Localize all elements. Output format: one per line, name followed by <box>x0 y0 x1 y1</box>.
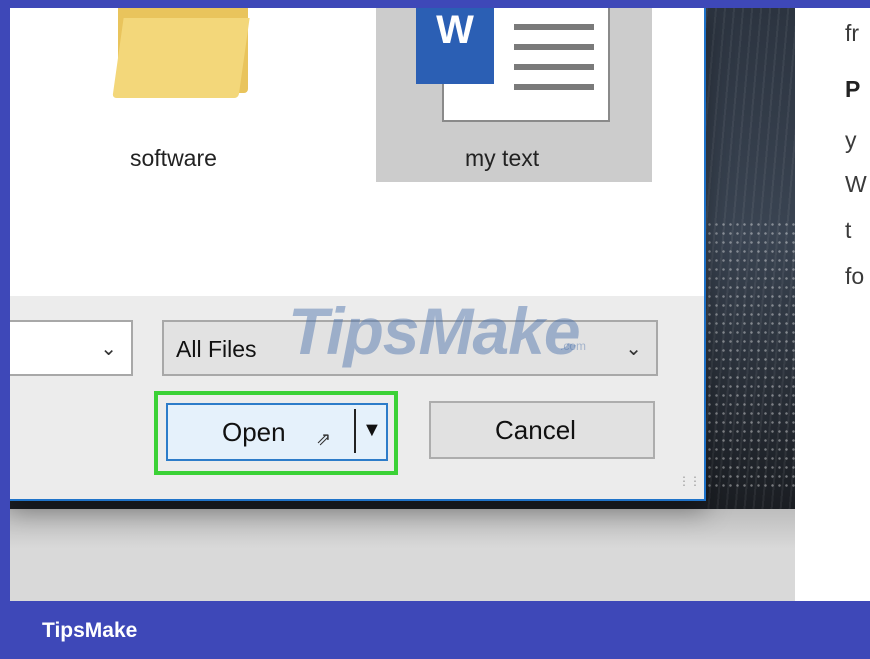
open-button[interactable]: Open ⇗ ▼ <box>166 403 388 461</box>
dropdown-arrow-icon[interactable]: ▼ <box>362 419 382 442</box>
watermark-logo: TipsMake <box>288 294 581 368</box>
file-item-software[interactable] <box>108 8 258 123</box>
file-name-combobox[interactable]: ⌄ <box>8 320 133 376</box>
article-text-panel: fr P y W t fo <box>795 8 870 601</box>
wallpaper-shadow <box>10 509 795 549</box>
chevron-down-icon[interactable]: ⌄ <box>625 336 642 361</box>
frame-border-top <box>0 0 870 8</box>
open-button-label: Open <box>222 417 286 447</box>
resize-grip-icon[interactable]: ⋮⋮ <box>678 474 701 488</box>
wallpaper-city-lights <box>706 220 795 490</box>
file-type-value: All Files <box>176 336 257 362</box>
chevron-down-icon[interactable]: ⌄ <box>100 336 117 361</box>
article-line: W <box>845 171 867 197</box>
cancel-button-label: Cancel <box>495 415 576 445</box>
article-line: fo <box>845 263 865 289</box>
footer-brand: TipsMake <box>42 619 138 642</box>
split-button-divider <box>354 409 356 453</box>
article-line: P <box>845 76 861 102</box>
frame-border-left <box>0 0 10 659</box>
footer-bar: TipsMake <box>0 601 870 659</box>
article-line: t <box>845 217 852 243</box>
open-file-dialog: software W my text ⌄ All Files ⌄ Open ⇗ … <box>8 8 706 501</box>
file-item-label: my text <box>465 145 540 171</box>
word-badge-letter: W <box>436 8 474 52</box>
folder-front-icon <box>112 18 250 98</box>
file-item-my-text[interactable]: W my text <box>376 8 652 182</box>
mouse-cursor-icon: ⇗ <box>316 429 332 449</box>
file-list-area[interactable]: software W my text <box>10 8 704 296</box>
article-line: fr <box>845 20 860 46</box>
cancel-button[interactable]: Cancel <box>429 401 655 459</box>
article-line: y <box>845 127 857 153</box>
file-item-label: software <box>130 145 217 171</box>
word-document-icon: W <box>416 8 494 84</box>
watermark-suffix: .com <box>560 339 587 353</box>
